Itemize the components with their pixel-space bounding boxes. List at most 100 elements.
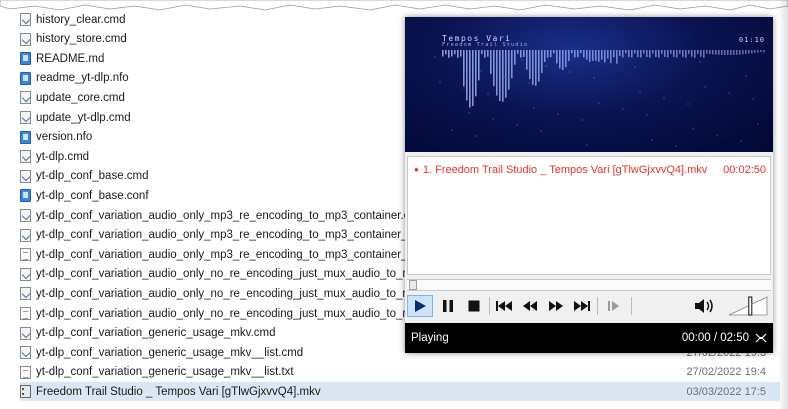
- audio-visualization: Tempos Vari Freedom Trail Studio 01:10: [405, 17, 773, 152]
- sparkle-dot: [545, 65, 547, 67]
- document-icon: [20, 52, 31, 66]
- waveform-bar: [730, 50, 732, 55]
- waveform-bar: [481, 50, 483, 55]
- file-name: README.md: [36, 52, 105, 65]
- waveform-bar: [466, 50, 468, 101]
- play-button[interactable]: [407, 295, 433, 317]
- waveform-bar: [601, 50, 603, 60]
- cmd-file-icon: [20, 32, 31, 46]
- waveform-bar: [544, 50, 546, 62]
- waveform-bar: [667, 50, 669, 58]
- waveform-bar: [640, 50, 642, 58]
- waveform-bar: [586, 50, 588, 60]
- waveform-bar: [472, 50, 474, 107]
- cmd-file-icon: [20, 150, 31, 164]
- waveform-bar: [553, 50, 555, 54]
- volume-slider[interactable]: [727, 295, 769, 317]
- stop-button[interactable]: [463, 295, 485, 317]
- playlist-panel[interactable]: ● 1. Freedom Trail Studio _ Tempos Vari […: [407, 156, 771, 275]
- sparkle-dot: [581, 119, 583, 121]
- playlist-item[interactable]: ● 1. Freedom Trail Studio _ Tempos Vari […: [414, 164, 766, 176]
- sparkle-dot: [475, 135, 477, 137]
- waveform-bar: [607, 50, 609, 59]
- waveform-bar: [628, 50, 630, 58]
- waveform-bar: [562, 50, 564, 70]
- waveform-bar: [448, 50, 450, 58]
- document-icon: [20, 130, 31, 144]
- stop-icon: [468, 300, 480, 312]
- waveform-bar: [577, 50, 579, 58]
- seek-bar[interactable]: [407, 279, 771, 291]
- waveform-bar: [595, 50, 597, 61]
- seek-thumb[interactable]: [409, 280, 417, 290]
- sparkle-dot: [716, 134, 718, 136]
- waveform-bar: [580, 50, 582, 54]
- previous-button[interactable]: [493, 295, 515, 317]
- file-name: yt-dlp_conf_variation_audio_only_mp3_re_…: [36, 209, 426, 222]
- file-row[interactable]: yt-dlp_conf_variation_generic_usage_mkv_…: [20, 363, 780, 382]
- rewind-button[interactable]: [519, 295, 541, 317]
- waveform-bar: [679, 50, 681, 54]
- fast-forward-button[interactable]: [545, 295, 567, 317]
- sparkle-dot: [745, 75, 747, 77]
- file-name: yt-dlp_conf_variation_generic_usage_mkv_…: [36, 346, 304, 359]
- waveform-bar: [550, 50, 552, 58]
- sparkle-dot: [740, 140, 742, 142]
- waveform-bar: [670, 50, 672, 54]
- status-bar: Playing 00:00 / 02:50: [405, 323, 773, 353]
- waveform-bar: [646, 50, 648, 58]
- waveform-bar: [535, 50, 537, 86]
- waveform-bar: [475, 50, 477, 97]
- waveform-bar: [454, 50, 456, 55]
- sparkle-dot: [557, 113, 559, 115]
- window-shadow: [778, 0, 788, 409]
- sparkle-dot: [704, 86, 706, 88]
- next-button[interactable]: [571, 295, 593, 317]
- pause-button[interactable]: [437, 295, 459, 317]
- viz-track-artist: Freedom Trail Studio: [442, 42, 529, 48]
- cmd-file-icon: [20, 111, 31, 124]
- document-icon: [20, 71, 31, 85]
- waveform-bar: [733, 50, 735, 55]
- sparkle-dot: [434, 56, 436, 58]
- frame-step-button[interactable]: [603, 295, 625, 317]
- sparkle-dot: [634, 66, 636, 68]
- viz-track-time: 01:10: [738, 36, 765, 44]
- waveform-bar: [754, 50, 756, 53]
- sparkle-dot: [451, 129, 453, 131]
- waveform-bar: [613, 50, 615, 58]
- sparkle-dot: [675, 145, 677, 147]
- file-name: yt-dlp.cmd: [36, 150, 90, 163]
- waveform-bar: [538, 50, 540, 82]
- mute-button[interactable]: [692, 295, 718, 317]
- file-row[interactable]: Freedom Trail Studio _ Tempos Vari [gTlw…: [20, 382, 780, 402]
- waveform-bar: [715, 50, 717, 55]
- volume-thumb: [748, 296, 753, 316]
- sparkle-dot: [639, 91, 641, 93]
- waveform-bar: [727, 50, 729, 55]
- sparkle-dot: [521, 59, 523, 61]
- cmd-file-icon: [20, 346, 31, 360]
- waveform-bar: [709, 50, 711, 55]
- info-icon[interactable]: [755, 333, 767, 343]
- file-date: 27/02/2022 19:4: [686, 366, 766, 379]
- waveform-bar: [583, 50, 585, 58]
- control-separator: [631, 297, 632, 315]
- frame-step-icon: [608, 301, 619, 311]
- cmd-file-icon: [20, 228, 31, 242]
- waveform-bar: [748, 50, 750, 54]
- waveform-bar: [505, 50, 507, 98]
- waveform-bar: [499, 50, 501, 101]
- sparkle-dot: [646, 114, 648, 116]
- text-file-icon: [20, 248, 31, 262]
- speaker-icon: [695, 299, 713, 313]
- now-playing-dot-icon: ●: [414, 165, 419, 174]
- waveform-bar: [520, 50, 522, 58]
- waveform-bar: [478, 50, 480, 81]
- waveform-bar: [703, 50, 705, 58]
- waveform-bar: [697, 50, 699, 54]
- control-separator: [489, 297, 490, 315]
- waveform-bar: [760, 50, 762, 53]
- waveform-bar: [664, 50, 666, 57]
- waveform-bar: [592, 50, 594, 61]
